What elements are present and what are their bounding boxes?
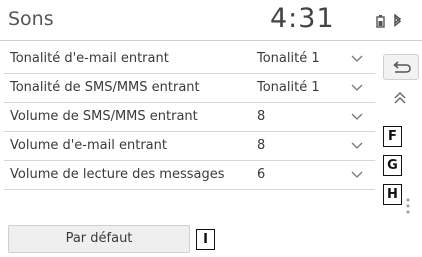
- chevron-down-icon[interactable]: [351, 54, 363, 64]
- setting-row-sms-volume[interactable]: Volume de SMS/MMS entrant 8: [4, 103, 375, 132]
- scroll-indicator: [406, 198, 410, 214]
- callout-h: H: [383, 184, 402, 205]
- setting-value: Tonalité 1: [257, 80, 320, 95]
- setting-value: Tonalité 1: [257, 51, 320, 66]
- callout-i: I: [196, 229, 215, 250]
- setting-label: Tonalité d'e-mail entrant: [10, 51, 169, 66]
- setting-value: 6: [257, 167, 266, 182]
- setting-row-readout-volume[interactable]: Volume de lecture des messages 6: [4, 161, 375, 190]
- setting-label: Volume d'e-mail entrant: [10, 138, 167, 153]
- chevron-down-icon[interactable]: [351, 170, 363, 180]
- status-icons: [373, 13, 419, 29]
- back-button[interactable]: [383, 54, 419, 80]
- setting-label: Tonalité de SMS/MMS entrant: [10, 80, 200, 95]
- chevron-down-icon[interactable]: [351, 112, 363, 122]
- callout-f: F: [383, 126, 402, 147]
- clock: 4:31: [270, 3, 335, 34]
- setting-label: Volume de lecture des messages: [10, 167, 225, 182]
- setting-row-email-volume[interactable]: Volume d'e-mail entrant 8: [4, 132, 375, 161]
- chevron-down-icon[interactable]: [351, 83, 363, 93]
- default-button[interactable]: Par défaut: [8, 225, 190, 253]
- page-up-icon: [394, 92, 406, 104]
- setting-row-sms-tone[interactable]: Tonalité de SMS/MMS entrant Tonalité 1: [4, 74, 375, 103]
- callout-g: G: [383, 155, 402, 176]
- sound-settings-screen: Sons 4:31 Tonalité d'e-mail entrant Tona…: [0, 0, 422, 257]
- back-icon: [393, 61, 411, 73]
- setting-value: 8: [257, 109, 266, 124]
- setting-label: Volume de SMS/MMS entrant: [10, 109, 198, 124]
- setting-value: 8: [257, 138, 266, 153]
- chevron-down-icon[interactable]: [351, 141, 363, 151]
- page-title: Sons: [8, 8, 54, 30]
- battery-icon: [376, 15, 385, 28]
- page-up-button[interactable]: [383, 88, 417, 112]
- bluetooth-icon: [394, 13, 402, 28]
- header-bar: Sons 4:31: [0, 0, 422, 41]
- setting-row-email-tone[interactable]: Tonalité d'e-mail entrant Tonalité 1: [4, 45, 375, 74]
